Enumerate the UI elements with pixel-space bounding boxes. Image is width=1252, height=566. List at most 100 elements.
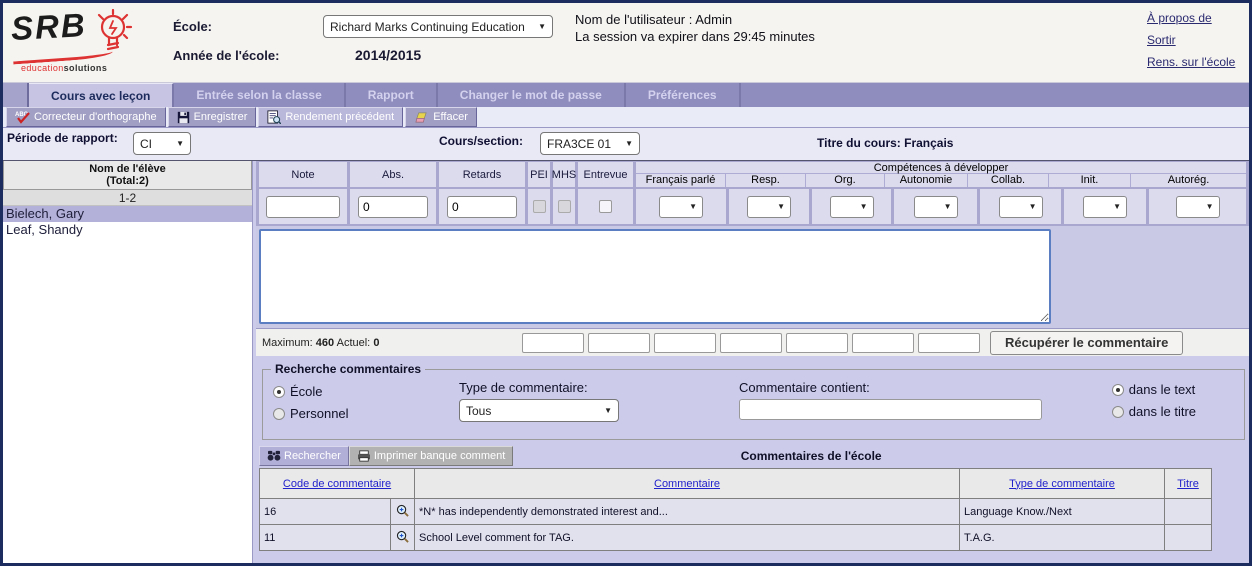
scope-radio-ecole[interactable]: École [273, 384, 459, 399]
sort-type-header: Type de commentaire [960, 469, 1165, 499]
comment-code-input[interactable] [852, 333, 914, 353]
radio-off-icon [273, 408, 285, 420]
col-init: Init. [1049, 174, 1131, 187]
scope-radio-personnel[interactable]: Personnel [273, 406, 459, 421]
chevron-down-icon: ▼ [860, 202, 868, 211]
collab-select[interactable]: ▼ [999, 196, 1043, 218]
autoreg-select[interactable]: ▼ [1176, 196, 1220, 218]
comment-meta-bar: Maximum: 460 Actuel: 0 Récupérer le comm… [256, 328, 1249, 356]
col-collab: Collab. [968, 174, 1049, 187]
scope-radio-group: École Personnel [269, 380, 459, 428]
school-info: École: Richard Marks Continuing Educatio… [173, 15, 553, 63]
school-select[interactable]: Richard Marks Continuing Education ▼ [323, 15, 553, 38]
type-cell: T.A.G. [960, 525, 1165, 551]
school-label: École: [173, 19, 323, 34]
chevron-down-icon: ▼ [176, 139, 184, 148]
course-section-select[interactable]: FRA3CE 01 ▼ [540, 132, 640, 155]
user-name-line: Nom de l'utilisateur : Admin [575, 11, 1147, 28]
session-expiry-line: La session va expirer dans 29:45 minutes [575, 28, 1147, 45]
sort-comment-header: Commentaire [415, 469, 960, 499]
table-row: 11 School Level comment for TAG. T.A.G. [260, 525, 1212, 551]
view-comment-button[interactable] [391, 525, 415, 551]
tab-preferences[interactable]: Préférences [626, 83, 741, 107]
competencies-group-header: Compétences à développer Français parlé … [636, 162, 1246, 187]
note-input[interactable] [266, 196, 340, 218]
magnifier-zoom-icon [396, 530, 409, 543]
retrieve-comment-button[interactable]: Récupérer le commentaire [990, 331, 1183, 355]
col-autoreg: Autorég. [1131, 174, 1246, 187]
where-radio-group: dans le text dans le titre [1112, 380, 1238, 428]
spellcheck-button[interactable]: ABC Correcteur d'orthographe [6, 107, 166, 127]
search-comments-button[interactable]: Rechercher [259, 446, 349, 466]
view-comment-button[interactable] [391, 499, 415, 525]
tab-cours-avec-lecon[interactable]: Cours avec leçon [29, 83, 174, 107]
clear-button[interactable]: Effacer [405, 107, 477, 127]
col-resp: Resp. [726, 174, 806, 187]
tab-changer-mot-de-passe[interactable]: Changer le mot de passe [438, 83, 626, 107]
col-note: Note [259, 162, 347, 187]
comment-type-select[interactable]: Tous ▼ [459, 399, 619, 422]
print-comment-bank-button[interactable]: Imprimer banque comment [349, 446, 513, 466]
roster-header: Nom de l'élève (Total:2) [3, 161, 252, 190]
comment-code-input[interactable] [588, 333, 650, 353]
course-section-label: Cours/section: [439, 134, 523, 148]
mhs-checkbox [558, 200, 571, 213]
about-link[interactable]: À propos de [1147, 11, 1239, 26]
comment-cell: *N* has independently demonstrated inter… [415, 499, 960, 525]
chevron-down-icon: ▼ [944, 202, 952, 211]
save-button[interactable]: Enregistrer [168, 107, 257, 127]
org-select[interactable]: ▼ [830, 196, 874, 218]
filter-row: Période de rapport: CI ▼ Cours/section: … [3, 128, 1249, 161]
where-radio-text[interactable]: dans le text [1112, 382, 1196, 397]
comment-contains-label: Commentaire contient: [739, 380, 1074, 395]
school-info-link[interactable]: Rens. sur l'école [1147, 55, 1239, 70]
comment-search-legend: Recherche commentaires [271, 362, 425, 376]
main-area: Note Abs. Retards PEI MHS Entrevue Compé… [256, 161, 1249, 563]
col-org: Org. [806, 174, 885, 187]
comment-code-input[interactable] [720, 333, 782, 353]
col-mhs: MHS [553, 162, 575, 187]
previous-achievement-button[interactable]: Rendement précédent [258, 107, 403, 127]
report-period-select[interactable]: CI ▼ [133, 132, 191, 155]
absences-input[interactable] [358, 196, 428, 218]
comment-code-input[interactable] [654, 333, 716, 353]
comment-length-status: Maximum: 460 Actuel: 0 [256, 337, 522, 349]
radio-on-icon [273, 386, 285, 398]
col-francais-parle: Français parlé [636, 174, 726, 187]
autonomie-select[interactable]: ▼ [914, 196, 958, 218]
report-period-label: Période de rapport: [7, 131, 118, 145]
comment-code-input[interactable] [522, 333, 584, 353]
school-year-value: 2014/2015 [323, 47, 553, 63]
roster-range[interactable]: 1-2 [3, 190, 252, 206]
entrevue-checkbox[interactable] [599, 200, 612, 213]
radio-on-icon [1112, 384, 1124, 396]
chevron-down-icon: ▼ [1113, 202, 1121, 211]
comment-code-input[interactable] [918, 333, 980, 353]
where-radio-titre[interactable]: dans le titre [1112, 404, 1196, 419]
srb-logo: SRB educationsolutions [11, 9, 161, 73]
student-row-leaf[interactable]: Leaf, Shandy [3, 222, 252, 238]
course-title: Titre du cours: Français [817, 136, 953, 150]
logo-tagline: educationsolutions [21, 63, 161, 73]
comment-code-input[interactable] [786, 333, 848, 353]
comment-textarea[interactable] [259, 229, 1051, 324]
grade-header-row: Note Abs. Retards PEI MHS Entrevue Compé… [259, 162, 1246, 187]
code-cell: 11 [260, 525, 391, 551]
student-row-bielech[interactable]: Bielech, Gary [3, 206, 252, 222]
francais-parle-select[interactable]: ▼ [659, 196, 703, 218]
header: SRB educationsolutions École: Richard Ma… [3, 3, 1249, 83]
col-entrevue: Entrevue [578, 162, 633, 187]
resp-select[interactable]: ▼ [747, 196, 791, 218]
comment-search-section: Recherche commentaires École Personnel [262, 362, 1245, 440]
titre-cell [1165, 525, 1212, 551]
search-actions: Rechercher Imprimer banque comment Comme… [259, 446, 1249, 466]
init-select[interactable]: ▼ [1083, 196, 1127, 218]
magnifier-zoom-icon [396, 504, 409, 517]
lates-input[interactable] [447, 196, 517, 218]
tab-rapport[interactable]: Rapport [346, 83, 438, 107]
tab-entree-selon-classe[interactable]: Entrée selon la classe [174, 83, 345, 107]
comment-contains-input[interactable] [739, 399, 1042, 420]
logout-link[interactable]: Sortir [1147, 33, 1239, 48]
results-title: Commentaires de l'école [513, 449, 1249, 463]
app-window: SRB educationsolutions École: Richard Ma… [0, 0, 1252, 566]
